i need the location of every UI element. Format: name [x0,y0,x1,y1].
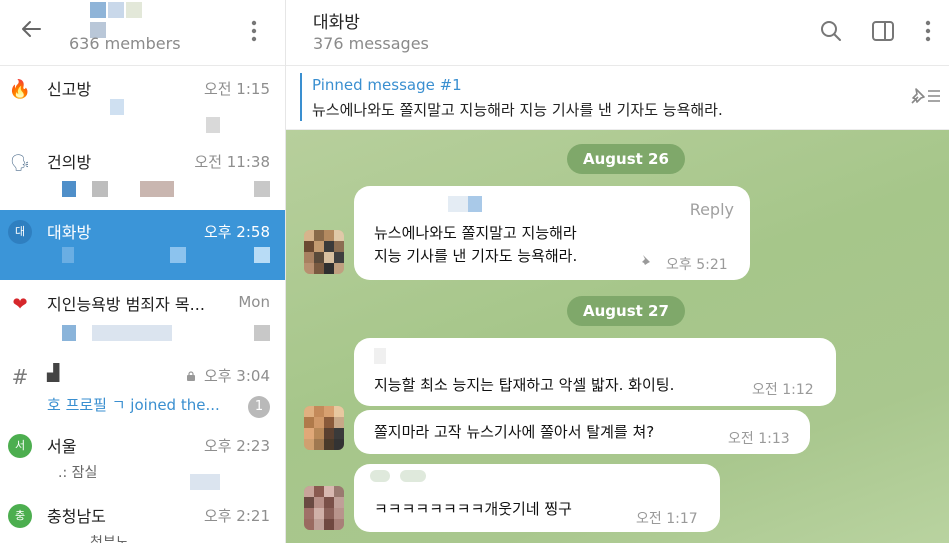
chat-time: 오전 1:15 [203,80,270,98]
sidebar-panel-icon[interactable] [870,18,896,44]
heart-icon: ❤ [12,294,28,315]
chat-item-report[interactable]: 🔥 신고방 오전 1:15 [0,67,285,137]
conversation-pane: 대화방 376 messages Pinned message #1 뉴스에나와… [286,0,949,543]
chat-time-text: 오후 3:04 [203,367,270,385]
chat-name: ▟ [47,363,60,382]
chat-name: 신고방 [47,80,92,99]
speaking-head-icon: 🗣 [9,153,31,172]
group-title-redacted [90,2,160,38]
redacted-sender [374,348,386,364]
chat-item-chungnam[interactable]: 충 충청남도 오후 2:21 청부노 [0,494,285,543]
redacted-preview [92,325,172,341]
message-text: ㅋㅋㅋㅋㅋㅋㅋㅋ개웃기네 찡구 [374,500,572,518]
date-separator: August 27 [567,296,685,326]
back-arrow-icon[interactable] [16,14,46,44]
chat-name: 충청남도 [47,507,106,526]
redacted-preview [254,181,270,197]
message-text: 쫄지마라 고작 뉴스기사에 쫄아서 탈계를 쳐? [374,423,655,441]
message-time: 오전 1:12 [752,382,814,398]
members-count: 636 members [69,34,181,53]
redacted-preview [206,117,220,133]
chat-time: 오후 3:04 [186,365,270,386]
avatar[interactable] [304,230,344,274]
chat-avatar: 충 [8,504,32,528]
message-bubble[interactable]: 쫄지마라 고작 뉴스기사에 쫄아서 탈계를 쳐? 오전 1:13 [354,410,810,454]
message-text: 지능할 최소 능지는 탑재하고 악셀 밟자. 화이팅. [374,376,675,394]
chat-preview: 청부노 [90,535,129,543]
message-bubble[interactable]: ㅋㅋㅋㅋㅋㅋㅋㅋ개웃기네 찡구 오전 1:17 [354,464,720,532]
redacted-preview [110,99,124,115]
fire-icon: 🔥 [8,79,32,100]
hashtag-icon: # [11,365,29,389]
pinned-accent-bar [300,73,302,121]
sidebar-header: 636 members [0,0,285,66]
message-text: 지능 기사를 낸 기자도 능욕해라. [374,247,578,265]
chat-item-chatroom[interactable]: 대 대화방 오후 2:58 [0,210,285,280]
message-count: 376 messages [313,34,429,53]
redacted-preview [254,247,270,263]
chat-name: 서울 [47,437,77,456]
more-vertical-icon[interactable] [918,18,938,44]
message-time: 오전 1:17 [636,511,698,527]
chat-item-list[interactable]: ❤ 지인능욕방 범죄자 목... Mon [0,282,285,352]
redacted-sender [400,470,426,482]
chat-avatar: 대 [8,220,32,244]
pinned-text: 뉴스에나와도 쫄지말고 지능해라 지능 기사를 낸 기자도 능욕해라. [312,101,723,119]
pin-icon [640,255,650,265]
chat-time: 오후 2:58 [203,223,270,241]
lock-icon [186,371,195,381]
chat-item-hash[interactable]: # ▟ 오후 3:04 호 프로필 ㄱ joined the... 1 [0,354,285,424]
redacted-preview [62,247,74,263]
message-time: 오전 1:13 [728,431,790,447]
redacted-sender [370,470,390,482]
message-area[interactable]: August 26 Reply 뉴스에나와도 쫄지말고 지능해라 지능 기사를 … [286,130,949,543]
conversation-title[interactable]: 대화방 [313,8,360,33]
redacted-preview [62,325,76,341]
redacted-preview [254,325,270,341]
redacted-preview [170,247,186,263]
unread-badge: 1 [248,396,270,418]
redacted-preview [62,181,76,197]
chat-time: Mon [238,293,270,311]
message-time: 오후 5:21 [666,257,728,273]
search-icon[interactable] [818,18,844,44]
message-bubble[interactable]: Reply 뉴스에나와도 쫄지말고 지능해라 지능 기사를 낸 기자도 능욕해라… [354,186,750,280]
chat-item-seoul[interactable]: 서 서울 오후 2:23 .: 잠실 [0,424,285,494]
pinned-message-bar[interactable]: Pinned message #1 뉴스에나와도 쫄지말고 지능해라 지능 기사… [286,66,949,130]
redacted-preview [140,181,174,197]
reply-button[interactable]: Reply [690,200,734,219]
avatar[interactable] [304,406,344,450]
chat-time: 오후 2:21 [203,507,270,525]
chat-time: 오전 11:38 [194,153,270,171]
chat-time: 오후 2:23 [203,437,270,455]
redacted-sender [448,196,468,212]
redacted-preview [190,474,220,490]
chat-name: 지인능욕방 범죄자 목... [47,295,205,314]
chat-name: 대화방 [47,223,92,242]
chat-item-suggestions[interactable]: 🗣 건의방 오전 11:38 [0,140,285,210]
chat-name: 건의방 [47,153,92,172]
chat-preview: .: 잠실 [58,465,98,481]
pinned-title: Pinned message #1 [312,76,462,94]
date-separator: August 26 [567,144,685,174]
more-vertical-icon[interactable] [244,18,264,44]
avatar[interactable] [304,486,344,530]
chat-avatar: 서 [8,434,32,458]
redacted-sender [468,196,482,212]
conversation-header: 대화방 376 messages [286,0,949,66]
redacted-preview [92,181,108,197]
message-text: 뉴스에나와도 쫄지말고 지능해라 [374,224,577,242]
unpin-list-icon[interactable] [908,85,942,107]
message-bubble[interactable]: 지능할 최소 능지는 탑재하고 악셀 밟자. 화이팅. 오전 1:12 [354,338,836,406]
chat-list-sidebar: 636 members 🔥 신고방 오전 1:15 🗣 건의방 오전 11:38… [0,0,286,543]
join-preview: 호 프로필 ㄱ joined the... [47,396,220,414]
